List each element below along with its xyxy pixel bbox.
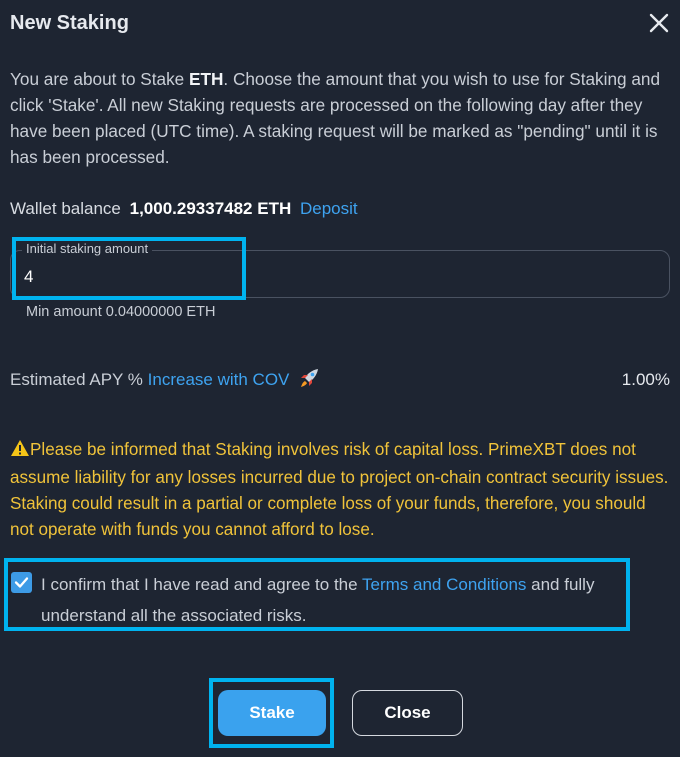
terms-link[interactable]: Terms and Conditions: [362, 575, 526, 594]
risk-warning: Please be informed that Staking involves…: [10, 437, 674, 543]
staking-amount-label: Initial staking amount: [22, 241, 153, 257]
staking-amount-input[interactable]: [24, 264, 224, 290]
min-amount-text: Min amount 0.04000000 ETH: [26, 304, 216, 320]
wallet-balance-label: Wallet balance: [10, 199, 121, 218]
confirm-part1: I confirm that I have read and agree to …: [41, 575, 362, 594]
apy-label: Estimated APY %: [10, 370, 148, 389]
stake-button[interactable]: Stake: [218, 690, 326, 736]
close-button[interactable]: Close: [352, 690, 463, 736]
confirm-checkbox[interactable]: [11, 572, 32, 593]
warning-icon: [10, 439, 30, 465]
close-icon[interactable]: [646, 10, 672, 36]
intro-part1: You are about to Stake: [10, 69, 190, 89]
deposit-link[interactable]: Deposit: [300, 199, 358, 218]
apy-row: Estimated APY % Increase with COV 1.00%: [10, 368, 670, 392]
rocket-icon: [298, 369, 320, 389]
wallet-balance-row: Wallet balance 1,000.29337482 ETH Deposi…: [10, 197, 358, 221]
increase-with-cov-link[interactable]: Increase with COV: [148, 370, 290, 389]
warning-text: Please be informed that Staking involves…: [10, 440, 669, 539]
new-staking-dialog: New Staking You are about to Stake ETH. …: [0, 0, 680, 757]
apy-value: 1.00%: [621, 370, 670, 389]
confirm-text: I confirm that I have read and agree to …: [41, 569, 631, 631]
wallet-balance-value: 1,000.29337482 ETH: [129, 199, 292, 218]
intro-asset: ETH: [189, 69, 224, 89]
dialog-title: New Staking: [10, 12, 129, 34]
intro-text: You are about to Stake ETH. Choose the a…: [10, 66, 670, 170]
